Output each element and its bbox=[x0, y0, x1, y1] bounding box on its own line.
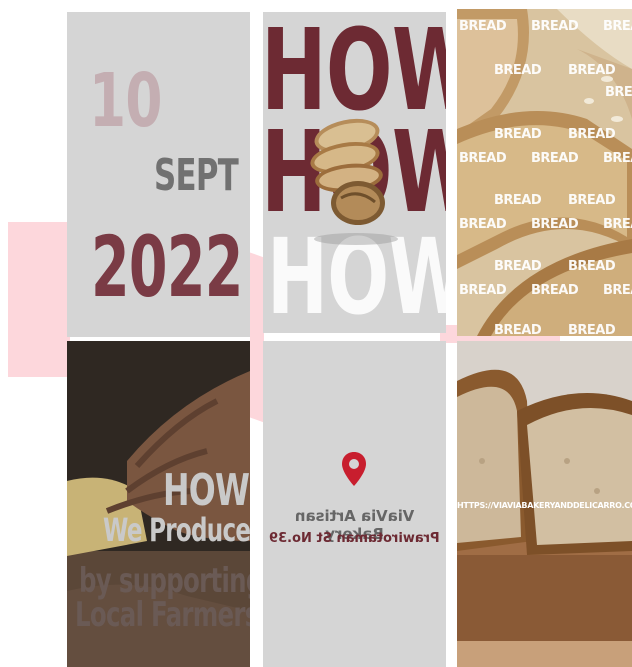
bread-pattern-tile[interactable]: BREAD BREAD BREAD BREAD BREAD BREAD BREA… bbox=[457, 9, 632, 336]
bread-label: BREAD bbox=[603, 19, 632, 34]
bread-label: BREAD bbox=[494, 193, 542, 208]
location-tile[interactable]: ViaVia Artisan Bakery Prawirotaman St No… bbox=[263, 341, 446, 667]
bread-label: BREAD bbox=[494, 127, 542, 142]
bread-label: BREAD bbox=[459, 151, 507, 166]
sliced-bread-image bbox=[310, 118, 398, 245]
bread-label: BREAD bbox=[531, 283, 579, 298]
bread-label: BREAD bbox=[531, 217, 579, 232]
bread-label: BREAD bbox=[531, 19, 579, 34]
bread-label: BREAD bbox=[603, 217, 632, 232]
loaf-url-tile[interactable]: HTTPS://VIAVIABAKERYANDDELICARRO.CO/ bbox=[457, 341, 632, 667]
bread-label: BREAD bbox=[568, 259, 616, 274]
date-tile[interactable]: 10 SEPT 2022 bbox=[67, 12, 250, 337]
date-month: SEPT bbox=[154, 150, 239, 201]
how-bread-tile[interactable]: HOW HOW HOW bbox=[263, 12, 446, 333]
location-address: Prawirotaman St No.39 bbox=[269, 531, 440, 546]
date-year: 2022 bbox=[91, 218, 243, 316]
bread-label: BREAD bbox=[568, 193, 616, 208]
bread-label: BREAD bbox=[494, 323, 542, 336]
bread-label: BREAD bbox=[459, 19, 507, 34]
bread-label: BREAD bbox=[568, 63, 616, 78]
bread-label: BREAD bbox=[605, 85, 632, 100]
bakery-url-link[interactable]: HTTPS://VIAVIABAKERYANDDELICARRO.CO/ bbox=[457, 501, 632, 510]
bread-label: BREAD bbox=[568, 323, 616, 336]
how-we-produce-tile[interactable]: HOW We Produce by supporting Local Farme… bbox=[67, 341, 250, 667]
produce-line-4: Local Farmers bbox=[75, 595, 250, 635]
produce-heading: HOW bbox=[163, 465, 250, 516]
bread-label: BREAD bbox=[603, 283, 632, 298]
date-day: 10 bbox=[89, 58, 162, 144]
bread-label: BREAD bbox=[459, 283, 507, 298]
bread-label: BREAD bbox=[459, 217, 507, 232]
location-pin-icon bbox=[342, 452, 366, 486]
background-shape-left bbox=[8, 222, 70, 377]
background-shape-center bbox=[250, 252, 264, 423]
bread-label: BREAD bbox=[531, 151, 579, 166]
bread-label: BREAD bbox=[603, 151, 632, 166]
bread-label: BREAD bbox=[494, 63, 542, 78]
location-address-wrap: Prawirotaman St No.39 bbox=[263, 527, 446, 546]
bread-label: BREAD bbox=[494, 259, 542, 274]
bread-label: BREAD bbox=[568, 127, 616, 142]
produce-subheading: We Produce bbox=[103, 511, 250, 549]
